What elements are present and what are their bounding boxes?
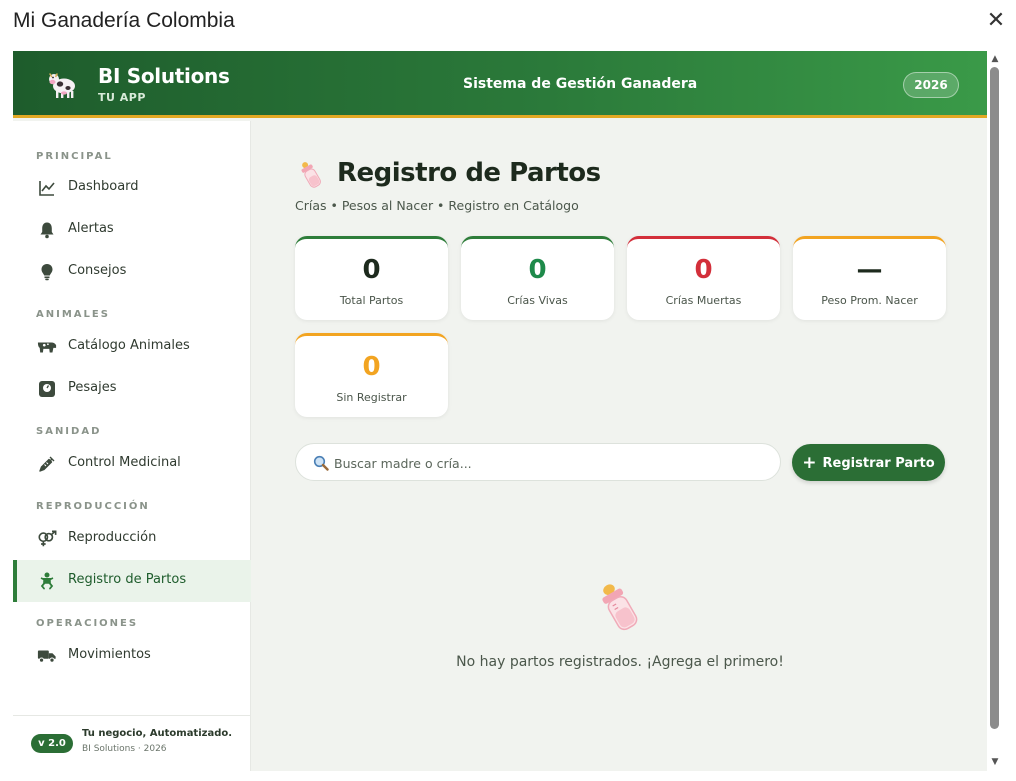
sidebar-item-consejos[interactable]: Consejos	[13, 251, 251, 293]
stat-card-total-partos: 0 Total Partos	[295, 236, 448, 320]
year-badge: 2026	[903, 72, 959, 98]
baby-bottle-icon	[602, 584, 638, 631]
close-icon[interactable]: ✕	[986, 10, 1006, 32]
search-icon	[313, 455, 329, 471]
sidebar-item-reproduccion[interactable]: Reproducción	[13, 518, 251, 560]
sidebar-item-label: Consejos	[68, 263, 127, 278]
sidebar-item-label: Registro de Partos	[68, 572, 187, 587]
sidebar-item-dashboard[interactable]: Dashboard	[13, 167, 251, 209]
sidebar-item-label: Alertas	[68, 221, 114, 236]
cow-icon	[49, 73, 75, 98]
sidebar-item-alertas[interactable]: Alertas	[13, 209, 251, 251]
empty-state-text: No hay partos registrados. ¡Agrega el pr…	[251, 654, 987, 670]
sidebar-item-control-medicinal[interactable]: Control Medicinal	[13, 443, 251, 485]
sidebar-footer: v 2.0 Tu negocio, Automatizado. BI Solut…	[13, 715, 251, 771]
stat-label: Total Partos	[339, 294, 404, 307]
window-title: Mi Ganadería Colombia	[13, 9, 235, 32]
stat-card-crias-vivas: 0 Crías Vivas	[461, 236, 614, 320]
gender-icon	[37, 529, 57, 549]
page-subtitle: Crías • Pesos al Nacer • Registro en Cat…	[295, 198, 579, 213]
stat-label: Crías Muertas	[665, 294, 742, 307]
stat-value: 0	[694, 255, 713, 285]
section-label-animales: ANIMALES	[36, 309, 110, 320]
plus-icon: +	[802, 452, 817, 473]
scrollbar[interactable]: ▲ ▼	[987, 51, 1003, 771]
sidebar-item-label: Reproducción	[68, 530, 157, 545]
scroll-down-arrow-icon[interactable]: ▼	[990, 757, 1000, 767]
system-title: Sistema de Gestión Ganadera	[463, 76, 698, 92]
scale-icon	[37, 379, 57, 399]
syringe-icon	[37, 454, 57, 474]
stat-label: Sin Registrar	[336, 391, 407, 404]
truck-icon	[37, 646, 57, 666]
stat-label: Peso Prom. Nacer	[821, 294, 918, 307]
footer-copyright: BI Solutions · 2026	[82, 744, 167, 754]
scrollbar-thumb[interactable]	[990, 67, 999, 729]
stat-value: 0	[362, 255, 381, 285]
stat-card-crias-muertas: 0 Crías Muertas	[627, 236, 780, 320]
sidebar-item-label: Dashboard	[68, 179, 139, 194]
footer-tagline: Tu negocio, Automatizado.	[82, 728, 233, 739]
window-titlebar: Mi Ganadería Colombia ✕	[0, 0, 1016, 44]
version-badge: v 2.0	[31, 734, 73, 753]
chart-line-icon	[37, 178, 57, 198]
scroll-up-arrow-icon[interactable]: ▲	[990, 54, 1000, 64]
search-input[interactable]	[334, 452, 764, 474]
stat-label: Crías Vivas	[507, 294, 568, 307]
brand-subtitle: TU APP	[98, 91, 146, 104]
baby-icon	[37, 571, 57, 591]
app-header: BI Solutions TU APP Sistema de Gestión G…	[13, 51, 987, 118]
bell-icon	[37, 220, 57, 240]
stat-value: 0	[362, 352, 381, 382]
registrar-parto-button[interactable]: + Registrar Parto	[792, 444, 945, 481]
sidebar-item-registro-de-partos[interactable]: Registro de Partos	[13, 560, 251, 602]
app-frame: BI Solutions TU APP Sistema de Gestión G…	[13, 51, 987, 771]
sidebar-item-movimientos[interactable]: Movimientos	[13, 635, 251, 677]
baby-bottle-icon	[301, 162, 321, 188]
sidebar-item-label: Movimientos	[68, 647, 151, 662]
stat-card-sin-registrar: 0 Sin Registrar	[295, 333, 448, 417]
section-label-sanidad: SANIDAD	[36, 426, 102, 437]
section-label-operaciones: OPERACIONES	[36, 618, 139, 629]
section-label-principal: PRINCIPAL	[36, 151, 113, 162]
main-content: Registro de Partos Crías • Pesos al Nace…	[251, 121, 987, 771]
sidebar-item-label: Control Medicinal	[68, 455, 181, 470]
sidebar-item-pesajes[interactable]: Pesajes	[13, 368, 251, 410]
brand-name: BI Solutions	[98, 64, 230, 88]
stat-value: —	[856, 255, 883, 285]
empty-state-message: No hay partos registrados. ¡Agrega el pr…	[456, 654, 784, 670]
sidebar-item-label: Catálogo Animales	[68, 338, 190, 353]
sidebar-item-label: Pesajes	[68, 380, 117, 395]
stat-value: 0	[528, 255, 547, 285]
page-title: Registro de Partos	[337, 158, 601, 188]
sidebar: PRINCIPAL Dashboard Alertas Consejos ANI…	[13, 121, 251, 771]
cow-icon	[37, 337, 57, 357]
registrar-parto-label: Registrar Parto	[822, 455, 935, 471]
lightbulb-icon	[37, 262, 57, 282]
stat-card-peso-prom-nacer: — Peso Prom. Nacer	[793, 236, 946, 320]
section-label-reproduccion: REPRODUCCIÓN	[36, 501, 150, 512]
search-box	[295, 443, 781, 481]
sidebar-item-catalogo-animales[interactable]: Catálogo Animales	[13, 326, 251, 368]
